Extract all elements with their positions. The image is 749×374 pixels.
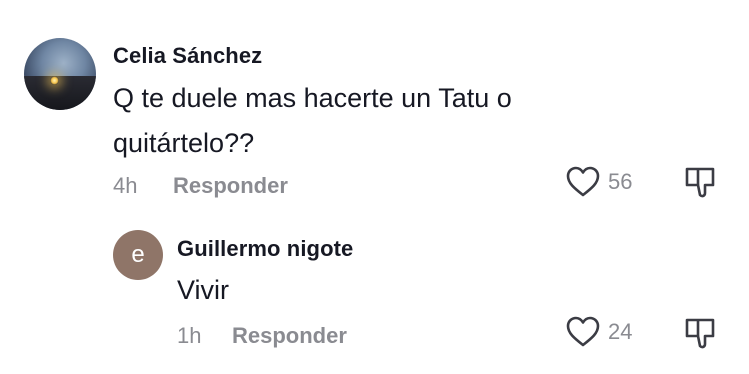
thumbs-down-icon[interactable]: [684, 317, 718, 351]
comment-timestamp: 1h: [177, 323, 202, 348]
avatar[interactable]: [24, 38, 96, 110]
like-button[interactable]: 24: [566, 316, 632, 348]
comment-timestamp: 4h: [113, 173, 138, 198]
avatar-photo-ground: [24, 76, 96, 110]
like-button[interactable]: 56: [566, 166, 632, 198]
comment-text: Vivir: [177, 275, 230, 305]
comment-thread: Celia Sánchez Q te duele mas hacerte un …: [0, 0, 749, 374]
reply-button[interactable]: Responder: [232, 323, 347, 349]
thumbs-down-icon[interactable]: [684, 166, 718, 200]
heart-outline-icon: [566, 166, 600, 197]
avatar-photo-light: [50, 76, 59, 85]
avatar[interactable]: e: [113, 230, 163, 280]
comment-author[interactable]: Guillermo nigote: [177, 236, 353, 262]
comment-text-line-2: quitártelo??: [113, 128, 255, 158]
like-count: 24: [608, 319, 633, 344]
comment-author[interactable]: Celia Sánchez: [113, 43, 262, 69]
reply-button[interactable]: Responder: [173, 173, 288, 199]
comment-text-line-1: Q te duele mas hacerte un Tatu o: [113, 83, 512, 113]
like-count: 56: [608, 169, 633, 194]
heart-outline-icon: [566, 316, 600, 347]
